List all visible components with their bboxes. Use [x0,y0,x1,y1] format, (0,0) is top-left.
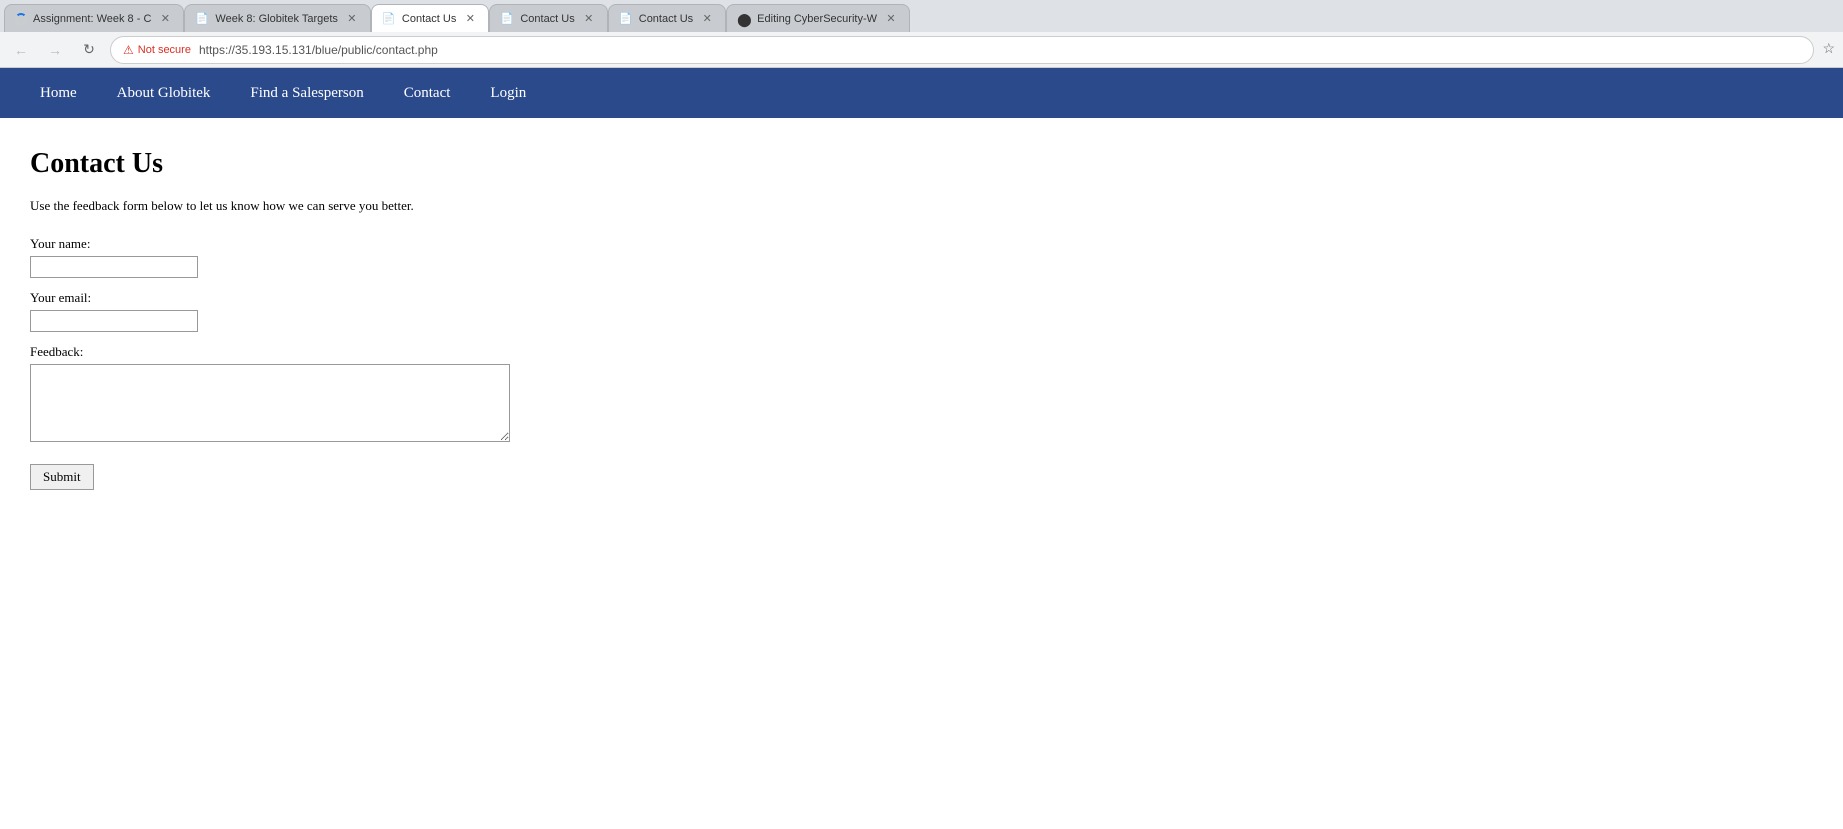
tab-1-spinner [15,13,27,25]
tab-4-close[interactable]: ✕ [581,11,597,27]
site-nav: Home About Globitek Find a Salesperson C… [0,68,1843,118]
browser-chrome: Assignment: Week 8 - C ✕ 📄 Week 8: Globi… [0,0,1843,68]
nav-contact[interactable]: Contact [384,71,471,116]
feedback-group: Feedback: [30,344,1813,442]
feedback-textarea[interactable] [30,364,510,442]
submit-button[interactable]: Submit [30,464,94,490]
tab-2[interactable]: 📄 Week 8: Globitek Targets ✕ [184,4,371,32]
tab-4[interactable]: 📄 Contact Us ✕ [489,4,607,32]
tab-3-title: Contact Us [402,13,456,25]
security-indicator: ⚠ Not secure [123,43,191,57]
address-bar-row: ← → ↻ ⚠ Not secure https://35.193.15.131… [0,32,1843,68]
tab-5[interactable]: 📄 Contact Us ✕ [608,4,726,32]
name-label: Your name: [30,236,1813,252]
email-group: Your email: [30,290,1813,332]
tab-4-favicon: 📄 [500,12,514,26]
bookmark-icon[interactable]: ☆ [1822,41,1835,58]
page-content: Contact Us Use the feedback form below t… [0,118,1843,520]
tab-5-favicon: 📄 [619,12,633,26]
forward-button[interactable]: → [42,37,68,63]
tab-6[interactable]: ⬤ Editing CyberSecurity-W ✕ [726,4,910,32]
tab-1[interactable]: Assignment: Week 8 - C ✕ [4,4,184,32]
tab-6-title: Editing CyberSecurity-W [757,13,877,25]
tab-2-favicon: 📄 [195,12,209,26]
reload-button[interactable]: ↻ [76,37,102,63]
tab-3-favicon: 📄 [382,12,396,26]
feedback-label: Feedback: [30,344,1813,360]
tab-3-close[interactable]: ✕ [462,11,478,27]
tab-1-close[interactable]: ✕ [157,11,173,27]
nav-home[interactable]: Home [20,71,97,116]
tab-6-close[interactable]: ✕ [883,11,899,27]
tab-2-title: Week 8: Globitek Targets [215,13,338,25]
page-title: Contact Us [30,148,1813,180]
tab-4-title: Contact Us [520,13,574,25]
contact-form: Your name: Your email: Feedback: Submit [30,236,1813,490]
security-label: Not secure [138,44,191,56]
back-button[interactable]: ← [8,37,34,63]
tab-1-title: Assignment: Week 8 - C [33,13,151,25]
url-text: https://35.193.15.131/blue/public/contac… [199,43,438,57]
warning-icon: ⚠ [123,43,134,57]
nav-login[interactable]: Login [470,71,546,116]
tab-2-close[interactable]: ✕ [344,11,360,27]
address-bar[interactable]: ⚠ Not secure https://35.193.15.131/blue/… [110,36,1814,64]
tab-5-title: Contact Us [639,13,693,25]
name-input[interactable] [30,256,198,278]
tab-6-favicon: ⬤ [737,12,751,26]
nav-find-salesperson[interactable]: Find a Salesperson [230,71,383,116]
tab-bar: Assignment: Week 8 - C ✕ 📄 Week 8: Globi… [0,0,1843,32]
tab-5-close[interactable]: ✕ [699,11,715,27]
tab-3[interactable]: 📄 Contact Us ✕ [371,4,489,32]
page-subtitle: Use the feedback form below to let us kn… [30,198,1813,214]
email-input[interactable] [30,310,198,332]
email-label: Your email: [30,290,1813,306]
nav-about[interactable]: About Globitek [97,71,231,116]
name-group: Your name: [30,236,1813,278]
